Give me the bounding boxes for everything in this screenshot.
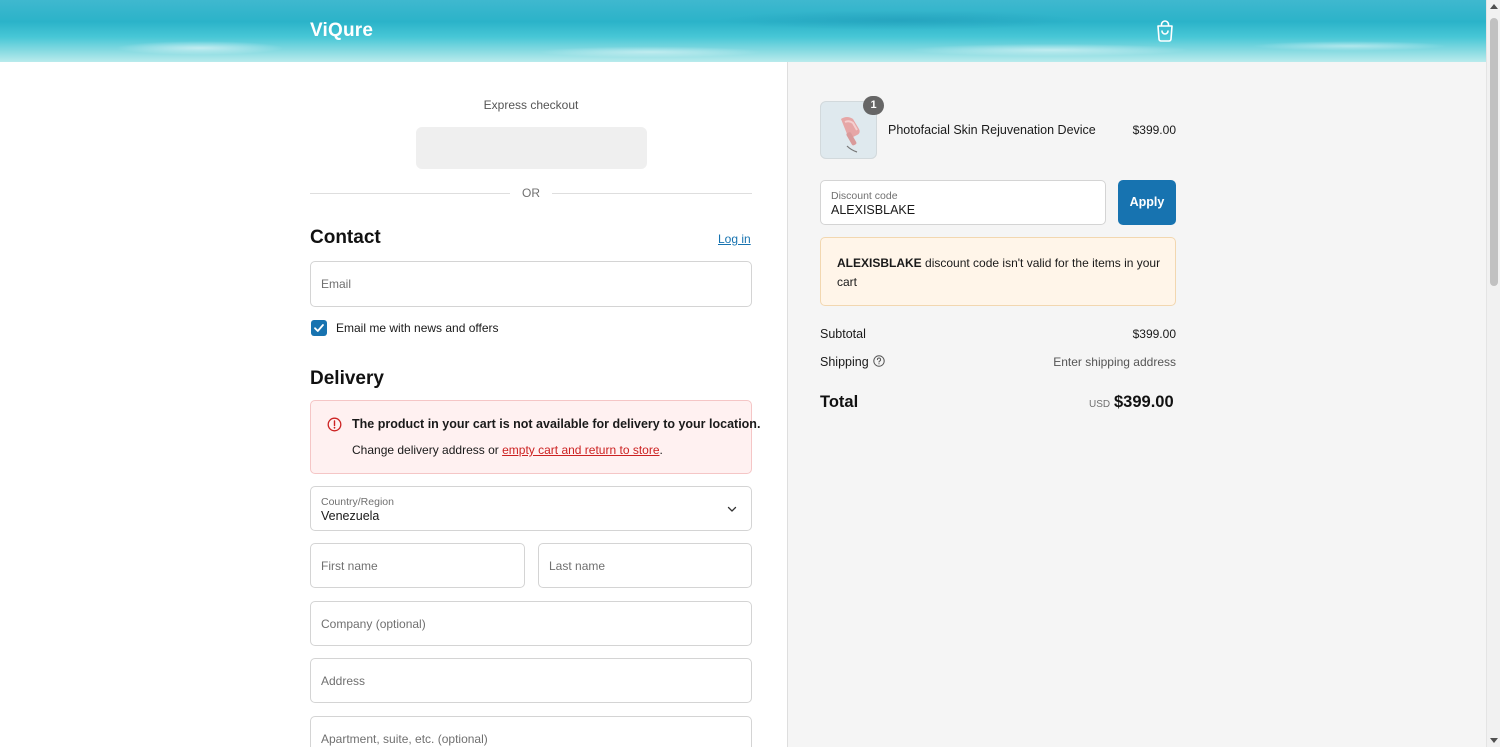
discount-code-label: Discount code: [831, 190, 898, 202]
shopping-bag-icon[interactable]: [1155, 20, 1175, 42]
last-name-placeholder: Last name: [549, 558, 606, 573]
contact-heading: Contact: [310, 227, 381, 248]
empty-cart-link[interactable]: empty cart and return to store: [502, 443, 659, 457]
quantity-badge: 1: [863, 96, 884, 115]
scroll-thumb[interactable]: [1490, 18, 1498, 286]
email-placeholder: Email: [321, 277, 352, 291]
chevron-down-icon: [727, 506, 737, 512]
company-field[interactable]: Company (optional): [310, 601, 752, 646]
help-circle-icon[interactable]: [873, 355, 885, 367]
scroll-up-arrow-icon[interactable]: [1490, 4, 1498, 9]
product-price: $399.00: [1132, 123, 1176, 137]
express-checkout-button[interactable]: [416, 127, 647, 169]
newsletter-label: Email me with news and offers: [336, 321, 499, 335]
delivery-error-banner: The product in your cart is not availabl…: [310, 400, 760, 474]
header-banner: ViQure: [0, 0, 1486, 62]
scroll-down-arrow-icon[interactable]: [1490, 738, 1498, 743]
store-logo[interactable]: ViQure: [310, 20, 373, 42]
discount-code-value: ALEXISBLAKE: [831, 203, 916, 217]
address-field[interactable]: Address: [310, 658, 752, 703]
apply-discount-button[interactable]: Apply: [1118, 180, 1176, 225]
country-label: Country/Region: [321, 496, 394, 508]
express-checkout-label: Express checkout: [483, 98, 579, 112]
email-field[interactable]: Email: [310, 261, 752, 307]
apartment-placeholder: Apartment, suite, etc. (optional): [321, 731, 488, 746]
subtotal-label: Subtotal: [820, 327, 866, 341]
last-name-field[interactable]: Last name: [538, 543, 752, 588]
shipping-label: Shipping: [820, 355, 869, 369]
page-scrollbar[interactable]: [1486, 0, 1500, 747]
country-select[interactable]: Country/Region Venezuela: [310, 486, 752, 531]
discount-error-message: ALEXISBLAKE discount code isn't valid fo…: [837, 254, 1167, 292]
delivery-error-suffix: .: [659, 443, 663, 457]
country-value: Venezuela: [321, 509, 380, 523]
checkmark-icon: [314, 324, 324, 332]
delivery-error-text: Change delivery address or: [352, 443, 503, 457]
shipping-value: Enter shipping address: [1053, 355, 1176, 369]
or-divider: OR: [310, 186, 752, 200]
error-circle-icon: [327, 417, 342, 432]
first-name-field[interactable]: First name: [310, 543, 525, 588]
login-link[interactable]: Log in: [718, 232, 751, 246]
total-currency: USD: [1089, 399, 1111, 410]
address-placeholder: Address: [321, 673, 366, 688]
delivery-heading: Delivery: [310, 368, 384, 389]
total-label: Total: [820, 393, 859, 411]
delivery-error-body: Change delivery address or empty cart an…: [352, 443, 663, 457]
first-name-placeholder: First name: [321, 558, 378, 573]
newsletter-checkbox[interactable]: [311, 320, 327, 336]
delivery-error-title: The product in your cart is not availabl…: [352, 417, 761, 431]
total-value: $399.00: [1114, 393, 1174, 411]
discount-error-banner: ALEXISBLAKE discount code isn't valid fo…: [820, 237, 1176, 306]
apartment-field[interactable]: Apartment, suite, etc. (optional): [310, 716, 752, 747]
discount-error-code: ALEXISBLAKE: [837, 256, 922, 270]
discount-code-field[interactable]: Discount code ALEXISBLAKE: [820, 180, 1106, 225]
product-name: Photofacial Skin Rejuvenation Device: [888, 123, 1096, 137]
subtotal-value: $399.00: [1132, 327, 1176, 341]
company-placeholder: Company (optional): [321, 616, 426, 631]
